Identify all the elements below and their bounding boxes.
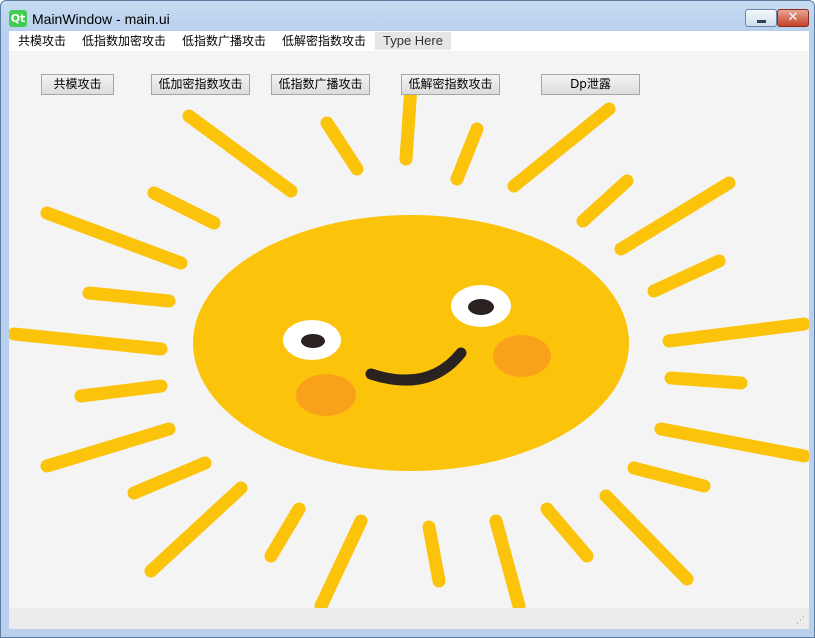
sun-ray: [627, 461, 711, 493]
sun-ray: [147, 186, 221, 230]
sun-ray: [599, 489, 694, 586]
title-bar[interactable]: Qt MainWindow - main.ui ✕: [1, 1, 814, 31]
minimize-icon: [757, 20, 766, 23]
resize-grip-icon[interactable]: ⋰: [796, 616, 806, 626]
close-icon: ✕: [787, 10, 799, 25]
sun-ray: [654, 422, 809, 463]
left-cheek: [296, 374, 356, 416]
right-pupil: [468, 299, 494, 315]
common-modulus-button[interactable]: 共模攻击: [41, 74, 114, 95]
sun-ray: [40, 206, 188, 270]
sun-ray: [74, 379, 168, 403]
sun-ray: [82, 286, 176, 308]
qt-logo-icon: Qt: [9, 10, 27, 27]
status-bar: ⋰: [9, 608, 809, 629]
sun-ray: [264, 502, 306, 563]
left-pupil: [301, 334, 325, 348]
sun-ray: [507, 102, 616, 193]
window-title: MainWindow - main.ui: [32, 11, 170, 27]
sun-ray: [9, 327, 168, 356]
sun-ray: [127, 456, 212, 500]
sun-face: [193, 215, 629, 471]
sun-ray: [664, 371, 748, 390]
sun-ray: [662, 317, 809, 348]
low-exponent-broadcast-button[interactable]: 低指数广播攻击: [271, 74, 370, 95]
close-button[interactable]: ✕: [777, 9, 809, 27]
low-encryption-exponent-button[interactable]: 低加密指数攻击: [151, 74, 250, 95]
menu-item-common-modulus[interactable]: 共模攻击: [16, 32, 68, 50]
sun-ray: [40, 422, 176, 473]
sun-ray: [489, 514, 526, 613]
menu-bar: 共模攻击 低指数加密攻击 低指数广播攻击 低解密指数攻击 Type Here: [9, 31, 809, 51]
menu-item-low-encryption-exponent[interactable]: 低指数加密攻击: [80, 32, 168, 50]
minimize-button[interactable]: [745, 9, 777, 27]
menu-item-low-exponent-broadcast[interactable]: 低指数广播攻击: [180, 32, 268, 50]
sun-ray: [647, 254, 726, 298]
menu-type-here[interactable]: Type Here: [375, 32, 451, 50]
sun-ray: [422, 520, 446, 588]
sun-ray: [314, 514, 368, 613]
central-widget: 共模攻击 低指数加密攻击 低指数广播攻击 低解密指数攻击 Type Here 共…: [9, 31, 809, 629]
sun-ray: [182, 109, 298, 198]
sun-ray: [614, 176, 736, 256]
sun-ray: [540, 502, 594, 563]
right-cheek: [493, 335, 551, 377]
sun-ray: [450, 122, 484, 186]
sun-illustration: [9, 79, 809, 613]
sun-ray: [144, 481, 248, 578]
sun-ray: [320, 116, 364, 176]
sun-ray: [399, 79, 418, 166]
main-window: Qt MainWindow - main.ui ✕ 共模攻击 低指数加密攻击 低…: [0, 0, 815, 638]
sun-ray: [576, 174, 634, 228]
dp-leak-button[interactable]: Dp泄露: [541, 74, 640, 95]
low-decryption-exponent-button[interactable]: 低解密指数攻击: [401, 74, 500, 95]
menu-item-low-decryption-exponent[interactable]: 低解密指数攻击: [280, 32, 368, 50]
